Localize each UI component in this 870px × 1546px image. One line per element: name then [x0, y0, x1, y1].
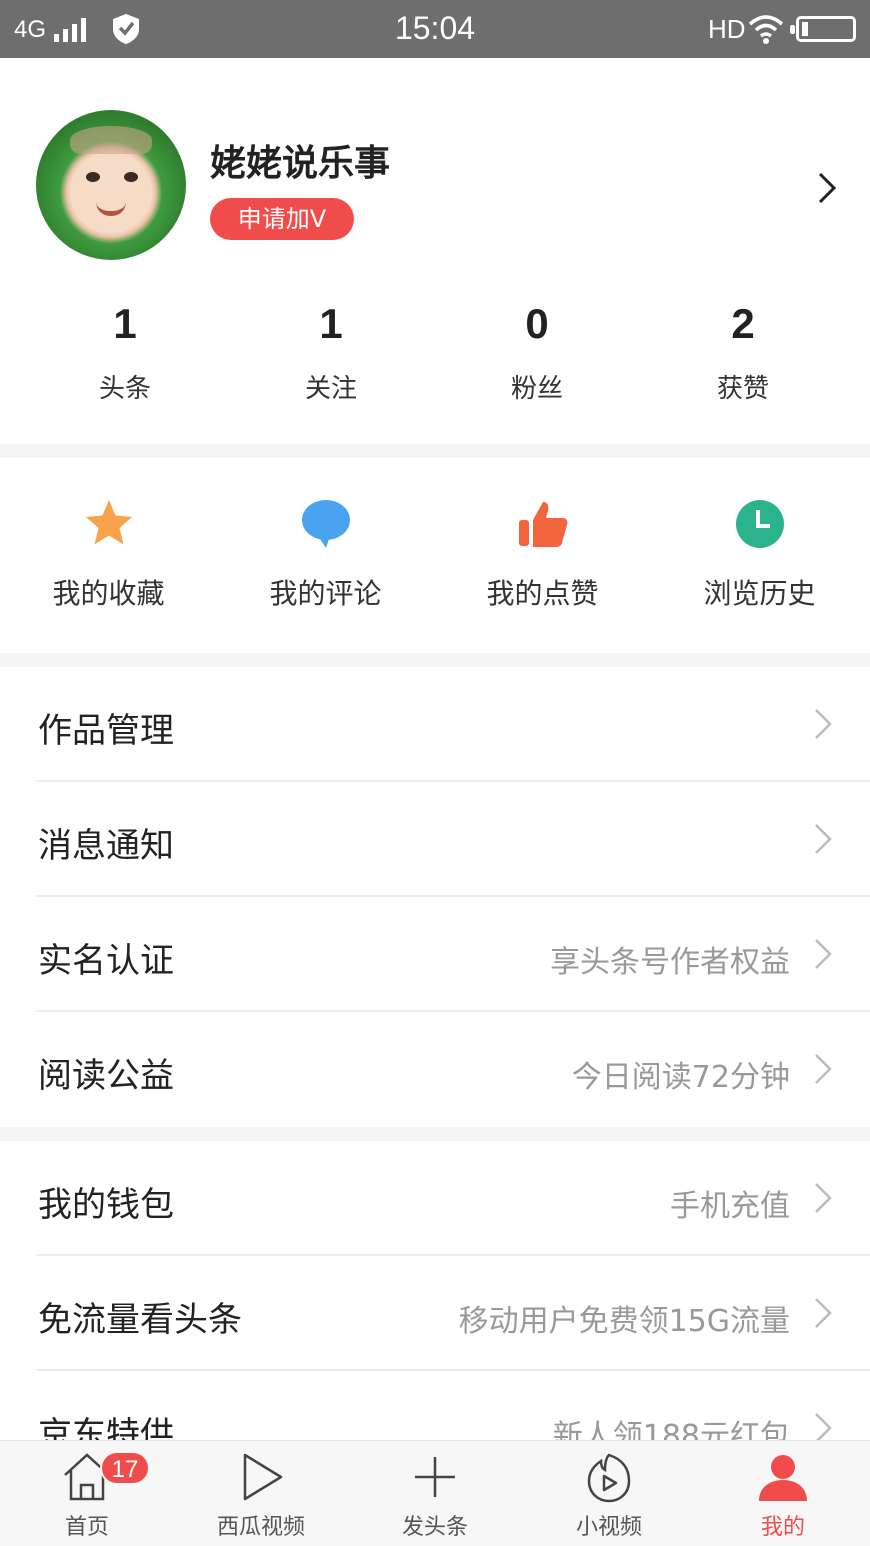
bottom-tab-bar: 17 首页 西瓜视频 发头条 小视频 我的 [0, 1440, 870, 1546]
stat-label: 获赞 [716, 374, 769, 404]
menu-item-works[interactable]: 作品管理 [0, 667, 870, 782]
tab-label: 我的 [760, 1515, 805, 1540]
menu-item-reading-charity[interactable]: 阅读公益 今日阅读72分钟 [0, 1012, 870, 1127]
shortcut-comments[interactable]: 我的评论 [217, 496, 434, 612]
shortcut-label: 我的点赞 [486, 577, 599, 610]
comment-icon [301, 500, 350, 548]
chevron-right-icon [815, 1054, 832, 1084]
stat-value: 2 [731, 300, 755, 347]
stat-value: 1 [319, 300, 343, 347]
menu-item-title: 阅读公益 [38, 1056, 174, 1096]
avatar[interactable] [36, 110, 186, 260]
menu-item-title: 消息通知 [38, 826, 174, 866]
battery-icon [790, 16, 856, 42]
tab-label: 首页 [64, 1515, 109, 1540]
profile-name: 姥姥说乐事 [210, 143, 391, 184]
menu-item-title: 我的钱包 [38, 1185, 174, 1225]
thumbs-up-icon [518, 502, 567, 547]
menu-group-services: 我的钱包 手机充值 免流量看头条 移动用户免费领15G流量 京东特供 新人领18… [0, 1141, 870, 1440]
play-icon [243, 1453, 283, 1501]
menu-item-subtitle: 移动用户免费领15G流量 [458, 1304, 790, 1339]
wifi-icon [748, 15, 784, 44]
stat-following[interactable]: 1 关注 [228, 298, 434, 405]
tab-label: 发头条 [401, 1515, 468, 1540]
tab-post[interactable]: 发头条 [348, 1449, 522, 1541]
shortcut-likes[interactable]: 我的点赞 [434, 496, 651, 612]
plus-icon [415, 1457, 455, 1497]
short-video-icon [587, 1453, 631, 1503]
tab-label: 西瓜视频 [216, 1515, 305, 1540]
tab-mine[interactable]: 我的 [696, 1449, 870, 1541]
menu-item-subtitle: 新人领188元红包 [552, 1419, 790, 1440]
chevron-right-icon [815, 824, 832, 854]
menu-group-content: 作品管理 消息通知 实名认证 享头条号作者权益 阅读公益 今日阅读72分钟 [0, 667, 870, 1127]
chevron-right-icon [815, 939, 832, 969]
status-bar: 4G 15:04 HD [0, 0, 870, 58]
menu-item-title: 作品管理 [38, 711, 174, 751]
clock-icon [735, 500, 784, 548]
tab-label: 小视频 [575, 1515, 642, 1540]
menu-item-verification[interactable]: 实名认证 享头条号作者权益 [0, 897, 870, 1012]
menu-item-subtitle: 享头条号作者权益 [550, 945, 790, 980]
menu-item-subtitle: 手机充值 [670, 1189, 790, 1224]
user-icon [759, 1455, 807, 1501]
hd-indicator: HD [708, 14, 746, 44]
menu-item-title: 京东特供 [38, 1415, 174, 1440]
menu-item-notifications[interactable]: 消息通知 [0, 782, 870, 897]
menu-item-title: 实名认证 [38, 941, 174, 981]
menu-item-jd-special[interactable]: 京东特供 新人领188元红包 [0, 1371, 870, 1440]
stat-headlines[interactable]: 1 头条 [22, 298, 228, 405]
stat-followers[interactable]: 0 粉丝 [434, 298, 640, 405]
menu-item-title: 免流量看头条 [38, 1300, 242, 1340]
menu-item-free-data[interactable]: 免流量看头条 移动用户免费领15G流量 [0, 1256, 870, 1371]
menu-item-subtitle: 今日阅读72分钟 [571, 1060, 790, 1095]
profile-card[interactable]: 姥姥说乐事 申请加V 1 头条 1 关注 0 粉丝 2 获赞 [0, 58, 870, 444]
stat-value: 1 [113, 300, 137, 347]
notification-badge: 17 [100, 1451, 150, 1485]
star-icon [85, 500, 132, 545]
chevron-right-icon [815, 1183, 832, 1213]
stat-label: 头条 [98, 374, 151, 404]
shortcut-favorites[interactable]: 我的收藏 [0, 496, 217, 612]
chevron-right-icon[interactable] [812, 168, 840, 208]
shortcut-label: 我的收藏 [52, 577, 165, 610]
stat-likes[interactable]: 2 获赞 [640, 298, 846, 405]
tab-short-video[interactable]: 小视频 [522, 1449, 696, 1541]
shortcut-label: 浏览历史 [703, 577, 816, 610]
profile-stats: 1 头条 1 关注 0 粉丝 2 获赞 [0, 298, 870, 418]
stat-label: 粉丝 [510, 374, 563, 404]
tab-home[interactable]: 17 首页 [0, 1449, 174, 1541]
apply-verify-button[interactable]: 申请加V [210, 198, 354, 240]
menu-item-wallet[interactable]: 我的钱包 手机充值 [0, 1141, 870, 1256]
shortcut-label: 我的评论 [269, 577, 382, 610]
stat-label: 关注 [304, 374, 357, 404]
stat-value: 0 [525, 300, 549, 347]
shortcut-grid: 我的收藏 我的评论 我的点赞 浏览历史 [0, 458, 870, 653]
chevron-right-icon [815, 1298, 832, 1328]
shortcut-history[interactable]: 浏览历史 [651, 496, 868, 612]
chevron-right-icon [815, 1413, 832, 1440]
tab-xigua-video[interactable]: 西瓜视频 [174, 1449, 348, 1541]
chevron-right-icon [815, 709, 832, 739]
